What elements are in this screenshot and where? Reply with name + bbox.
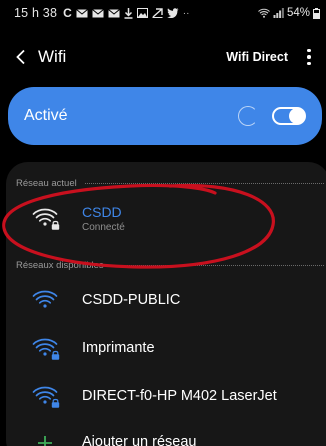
wifi-icon (32, 289, 58, 311)
section-divider (111, 265, 324, 266)
status-time: 15 h 38 (14, 6, 58, 20)
network-name: CSDD (82, 203, 122, 220)
twitter-icon (166, 8, 179, 18)
image-icon (136, 8, 148, 18)
add-network-row[interactable]: Ajouter un réseau (6, 422, 326, 446)
download-icon (124, 7, 133, 19)
network-row[interactable]: Imprimante (6, 328, 326, 368)
current-network-row[interactable]: CSDD Connecté (6, 198, 326, 238)
current-network-header: Réseau actuel (16, 178, 324, 189)
plus-icon (32, 431, 58, 446)
wifi-direct-button[interactable]: Wifi Direct (226, 50, 288, 64)
add-network-label: Ajouter un réseau (82, 434, 197, 446)
chevron-left-icon (16, 49, 25, 65)
battery-percentage: 54% (286, 7, 310, 19)
mail-icon (75, 8, 88, 17)
network-name: Imprimante (82, 340, 155, 356)
switch-knob (289, 108, 305, 124)
network-name: CSDD-PUBLIC (82, 292, 181, 308)
status-bar: 15 h 38 C ·· 54% (0, 0, 326, 26)
wifi-switch[interactable] (272, 107, 306, 125)
app-c-icon: C (63, 6, 72, 20)
network-row[interactable]: DIRECT-f0-HP M402 LaserJet (6, 376, 326, 416)
network-name: DIRECT-f0-HP M402 LaserJet (82, 388, 277, 404)
system-icons: 54% (258, 7, 320, 19)
section-divider (84, 183, 324, 184)
section-title: Réseau actuel (16, 178, 77, 189)
wifi-lock-icon (32, 385, 60, 408)
more-notifications-icon: ·· (182, 7, 190, 19)
wifi-settings-screen: 15 h 38 C ·· 54% Wifi Wifi Direct Activé… (0, 0, 326, 446)
mail-icon (107, 8, 120, 17)
scanning-spinner-icon (238, 106, 258, 126)
wifi-signal-icon (258, 8, 270, 18)
available-networks-header: Réseaux disponibles (16, 260, 324, 271)
page-title: Wifi (38, 47, 67, 66)
more-options-icon[interactable] (302, 48, 316, 66)
sent-icon (152, 8, 163, 18)
wifi-master-toggle[interactable]: Activé (8, 87, 322, 145)
section-title: Réseaux disponibles (16, 260, 104, 271)
mail-icon (91, 8, 104, 17)
network-status: Connecté (82, 221, 125, 233)
back-button[interactable] (8, 44, 34, 70)
battery-icon (313, 7, 320, 19)
networks-panel: Réseau actuel CSDD Connecté Réseaux disp… (6, 162, 326, 446)
wifi-lock-icon (32, 337, 60, 360)
cell-signal-icon (273, 8, 284, 18)
toggle-label: Activé (24, 107, 68, 124)
app-bar: Wifi Wifi Direct (0, 40, 326, 74)
network-row[interactable]: CSDD-PUBLIC (6, 280, 326, 320)
notification-icons: C ·· (63, 6, 189, 20)
wifi-lock-icon (32, 207, 60, 230)
